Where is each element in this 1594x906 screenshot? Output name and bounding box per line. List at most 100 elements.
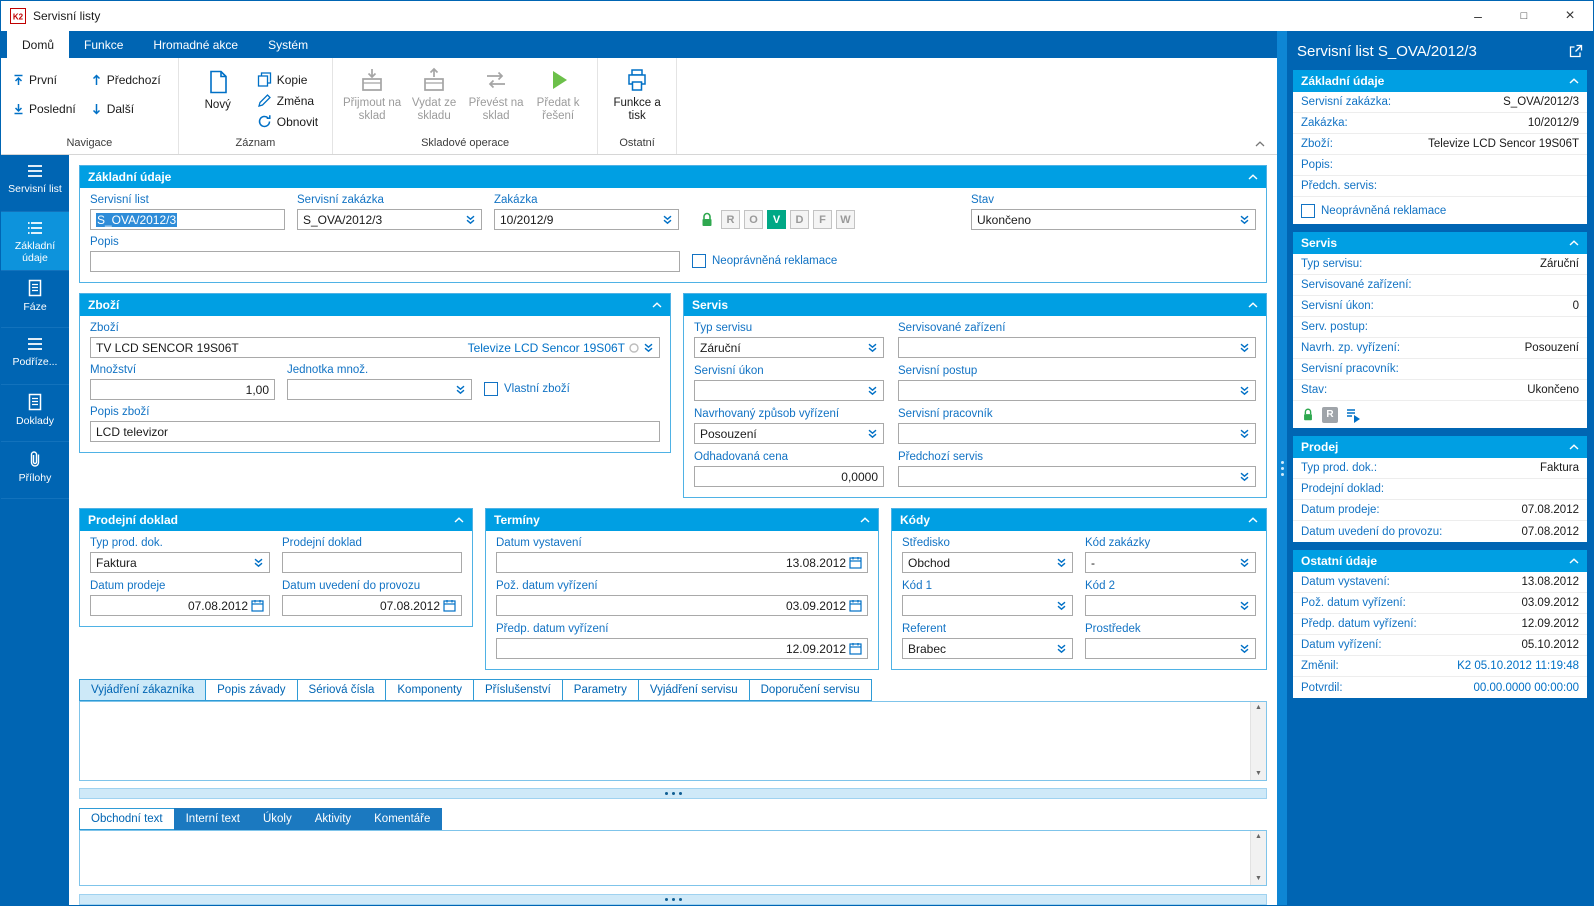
last-record-button[interactable]: Poslední <box>9 97 85 121</box>
sidebar-item-podrizene[interactable]: Podříze... <box>1 328 69 385</box>
bottom-splitter[interactable] <box>79 894 1267 905</box>
tab-doporuceni-servisu[interactable]: Doporučení servisu <box>749 679 872 701</box>
vertical-splitter[interactable] <box>1277 31 1287 905</box>
dropdown-icon[interactable] <box>253 557 264 568</box>
tab-vyjadreni-servisu[interactable]: Vyjádření servisu <box>638 679 750 701</box>
order-select[interactable]: 10/2012/9 <box>494 209 679 230</box>
calendar-icon[interactable] <box>251 599 264 612</box>
goods-name-link[interactable]: Televize LCD Sencor 19S06T <box>468 341 625 355</box>
scroll-down-icon[interactable]: ▼ <box>1255 875 1262 883</box>
collapse-panel-icon[interactable] <box>1248 517 1258 523</box>
minimize-button[interactable]: – <box>1455 1 1501 31</box>
issue-from-stock-button[interactable]: Vydat ze skladu <box>403 60 465 123</box>
resource-select[interactable] <box>1085 638 1256 659</box>
dropdown-icon[interactable] <box>867 342 878 353</box>
estimated-price-input[interactable]: 0,0000 <box>694 466 884 487</box>
collapse-section-icon[interactable] <box>1569 558 1579 564</box>
dropdown-icon[interactable] <box>867 385 878 396</box>
tab-interni-text[interactable]: Interní text <box>174 808 252 830</box>
dropdown-icon[interactable] <box>455 384 466 395</box>
dropdown-icon[interactable] <box>1056 643 1067 654</box>
close-button[interactable]: × <box>1547 1 1593 31</box>
scroll-down-icon[interactable]: ▼ <box>1255 770 1262 778</box>
service-type-select[interactable]: Záruční <box>694 337 884 358</box>
commissioning-date-input[interactable]: 07.08.2012 <box>282 595 462 616</box>
maximize-button[interactable]: □ <box>1501 1 1547 31</box>
dropdown-icon[interactable] <box>1239 428 1250 439</box>
dropdown-icon[interactable] <box>867 428 878 439</box>
own-goods-checkbox[interactable]: Vlastní zboží <box>484 382 570 396</box>
collapse-panel-icon[interactable] <box>860 517 870 523</box>
required-date-input[interactable]: 03.09.2012 <box>496 595 868 616</box>
order-code-select[interactable]: - <box>1085 552 1256 573</box>
goods-description-input[interactable]: LCD televizor <box>90 421 660 442</box>
collapse-section-icon[interactable] <box>1569 78 1579 84</box>
calendar-icon[interactable] <box>849 556 862 569</box>
transfer-to-stock-button[interactable]: Převést na sklad <box>465 60 527 123</box>
functions-print-button[interactable]: Funkce a tisk <box>606 60 668 123</box>
ribbon-tab-domu[interactable]: Domů <box>7 31 69 58</box>
expected-date-input[interactable]: 12.09.2012 <box>496 638 868 659</box>
tab-komponenty[interactable]: Komponenty <box>385 679 474 701</box>
open-external-icon[interactable] <box>1568 44 1583 59</box>
dropdown-icon[interactable] <box>1239 471 1250 482</box>
referent-select[interactable]: Brabec <box>902 638 1073 659</box>
scrollbar[interactable]: ▲ ▼ <box>1250 831 1266 885</box>
service-order-select[interactable]: S_OVA/2012/3 <box>297 209 482 230</box>
service-procedure-select[interactable] <box>898 380 1256 401</box>
scrollbar[interactable]: ▲ ▼ <box>1250 702 1266 780</box>
collapse-panel-icon[interactable] <box>454 517 464 523</box>
new-record-button[interactable]: Nový <box>187 62 249 112</box>
state-select[interactable]: Ukončeno <box>971 209 1256 230</box>
tab-aktivity[interactable]: Aktivity <box>303 808 363 830</box>
ribbon-tab-system[interactable]: Systém <box>253 31 323 58</box>
calendar-icon[interactable] <box>443 599 456 612</box>
previous-service-select[interactable] <box>898 466 1256 487</box>
calendar-icon[interactable] <box>849 642 862 655</box>
ribbon-tab-funkce[interactable]: Funkce <box>69 31 138 58</box>
business-text-textarea[interactable]: ▲ ▼ <box>79 830 1267 886</box>
tab-komentare[interactable]: Komentáře <box>362 808 442 830</box>
sidebar-item-prilohy[interactable]: Přílohy <box>1 442 69 499</box>
tab-vyjadreni-zakaznika[interactable]: Vyjádření zákazníka <box>79 679 206 701</box>
handover-to-solution-button[interactable]: Předat k řešení <box>527 60 589 123</box>
collapse-section-icon[interactable] <box>1569 240 1579 246</box>
service-worker-select[interactable] <box>898 423 1256 444</box>
calendar-icon[interactable] <box>849 599 862 612</box>
code2-select[interactable] <box>1085 595 1256 616</box>
scroll-up-icon[interactable]: ▲ <box>1255 833 1262 841</box>
next-record-button[interactable]: Další <box>87 97 170 121</box>
tab-seriova-cisla[interactable]: Sériová čísla <box>297 679 387 701</box>
sidebar-item-zakladni-udaje[interactable]: Základní údaje <box>1 212 69 271</box>
customer-statement-textarea[interactable]: ▲ ▼ <box>79 701 1267 781</box>
tab-parametry[interactable]: Parametry <box>562 679 639 701</box>
receive-to-stock-button[interactable]: Přijmout na sklad <box>341 60 403 123</box>
sales-doc-input[interactable] <box>282 552 462 573</box>
collapse-section-icon[interactable] <box>1569 444 1579 450</box>
center-select[interactable]: Obchod <box>902 552 1073 573</box>
dropdown-icon[interactable] <box>465 214 476 225</box>
resolution-select[interactable]: Posouzení <box>694 423 884 444</box>
doc-type-select[interactable]: Faktura <box>90 552 270 573</box>
change-record-button[interactable]: Změna <box>257 93 324 108</box>
sidebar-item-doklady[interactable]: Doklady <box>1 385 69 442</box>
scroll-up-icon[interactable]: ▲ <box>1255 704 1262 712</box>
collapse-panel-icon[interactable] <box>1248 302 1258 308</box>
dropdown-icon[interactable] <box>1239 214 1250 225</box>
first-record-button[interactable]: První <box>9 68 85 92</box>
tab-obchodni-text[interactable]: Obchodní text <box>79 808 175 830</box>
sidebar-item-servisni-list[interactable]: Servisní list <box>1 155 69 212</box>
previous-record-button[interactable]: Předchozí <box>87 68 170 92</box>
ribbon-tab-hromadne-akce[interactable]: Hromadné akce <box>138 31 253 58</box>
quantity-input[interactable]: 1,00 <box>90 379 275 400</box>
collapse-panel-icon[interactable] <box>1248 174 1258 180</box>
goods-input[interactable]: TV LCD SENCOR 19S06T Televize LCD Sencor… <box>90 337 660 358</box>
dropdown-icon[interactable] <box>643 342 654 353</box>
issue-date-input[interactable]: 13.08.2012 <box>496 552 868 573</box>
tab-popis-zavady[interactable]: Popis závady <box>205 679 297 701</box>
service-task-select[interactable] <box>694 380 884 401</box>
collapse-panel-icon[interactable] <box>652 302 662 308</box>
dropdown-icon[interactable] <box>1239 643 1250 654</box>
sidebar-item-faze[interactable]: Fáze <box>1 271 69 328</box>
tab-ukoly[interactable]: Úkoly <box>251 808 304 830</box>
